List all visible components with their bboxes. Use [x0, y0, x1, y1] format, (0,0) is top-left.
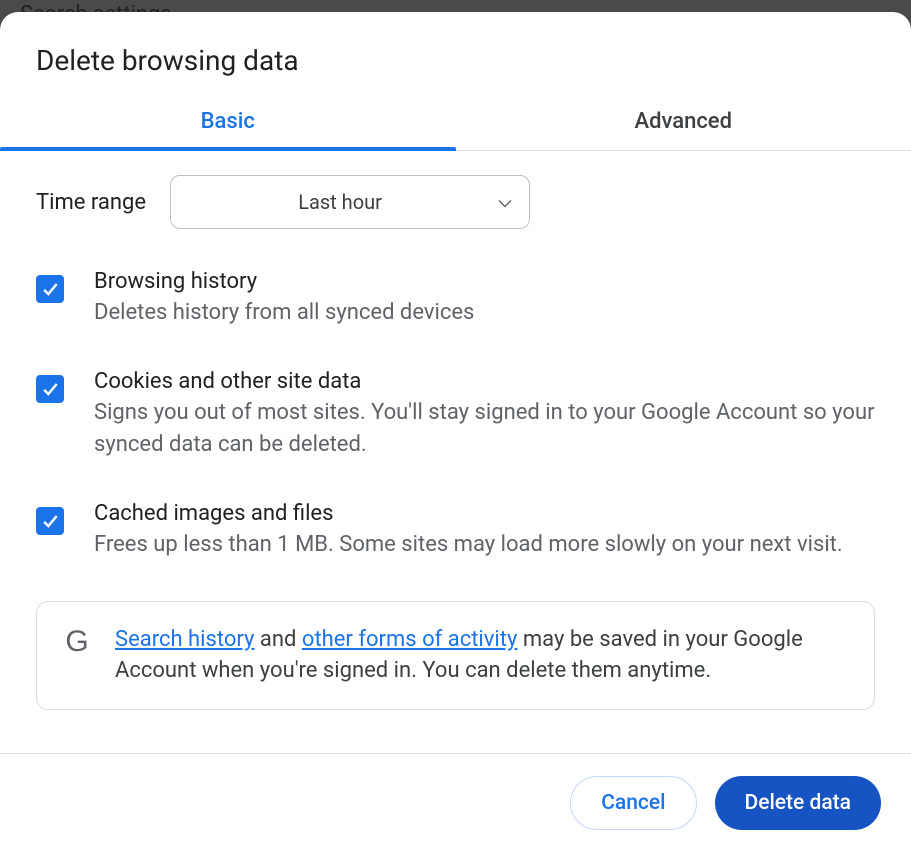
- time-range-select-wrapper: Last hour: [170, 175, 530, 229]
- check-icon: [40, 511, 60, 531]
- option-text: Browsing history Deletes history from al…: [94, 269, 875, 329]
- google-logo-icon: G: [61, 626, 93, 658]
- tabs: Basic Advanced: [0, 95, 911, 151]
- dialog-title: Delete browsing data: [36, 44, 875, 77]
- checkbox-cache[interactable]: [36, 507, 64, 535]
- option-text: Cached images and files Frees up less th…: [94, 501, 875, 561]
- google-account-info-box: G Search history and other forms of acti…: [36, 601, 875, 711]
- delete-browsing-data-dialog: Delete browsing data Basic Advanced Time…: [0, 12, 911, 852]
- checkbox-cookies[interactable]: [36, 375, 64, 403]
- tab-advanced[interactable]: Advanced: [456, 95, 911, 150]
- dialog-header: Delete browsing data: [0, 12, 911, 95]
- info-mid: and: [254, 627, 301, 652]
- time-range-label: Time range: [36, 190, 146, 215]
- search-history-link[interactable]: Search history: [115, 627, 254, 652]
- info-text: Search history and other forms of activi…: [115, 624, 850, 688]
- tab-basic[interactable]: Basic: [0, 95, 456, 150]
- time-range-select[interactable]: Last hour: [170, 175, 530, 229]
- option-title: Cookies and other site data: [94, 369, 875, 394]
- option-title: Cached images and files: [94, 501, 875, 526]
- dialog-footer: Cancel Delete data: [0, 753, 911, 852]
- dialog-content: Time range Last hour Browsing history De…: [0, 151, 911, 753]
- check-icon: [40, 379, 60, 399]
- option-cache: Cached images and files Frees up less th…: [36, 501, 875, 561]
- check-icon: [40, 279, 60, 299]
- time-range-row: Time range Last hour: [36, 175, 875, 229]
- option-browsing-history: Browsing history Deletes history from al…: [36, 269, 875, 329]
- option-desc: Frees up less than 1 MB. Some sites may …: [94, 529, 875, 561]
- option-text: Cookies and other site data Signs you ou…: [94, 369, 875, 461]
- delete-data-button[interactable]: Delete data: [715, 776, 882, 830]
- option-desc: Signs you out of most sites. You'll stay…: [94, 397, 875, 461]
- cancel-button[interactable]: Cancel: [570, 776, 696, 830]
- option-title: Browsing history: [94, 269, 875, 294]
- option-desc: Deletes history from all synced devices: [94, 297, 875, 329]
- other-activity-link[interactable]: other forms of activity: [302, 627, 518, 652]
- option-cookies: Cookies and other site data Signs you ou…: [36, 369, 875, 461]
- checkbox-browsing-history[interactable]: [36, 275, 64, 303]
